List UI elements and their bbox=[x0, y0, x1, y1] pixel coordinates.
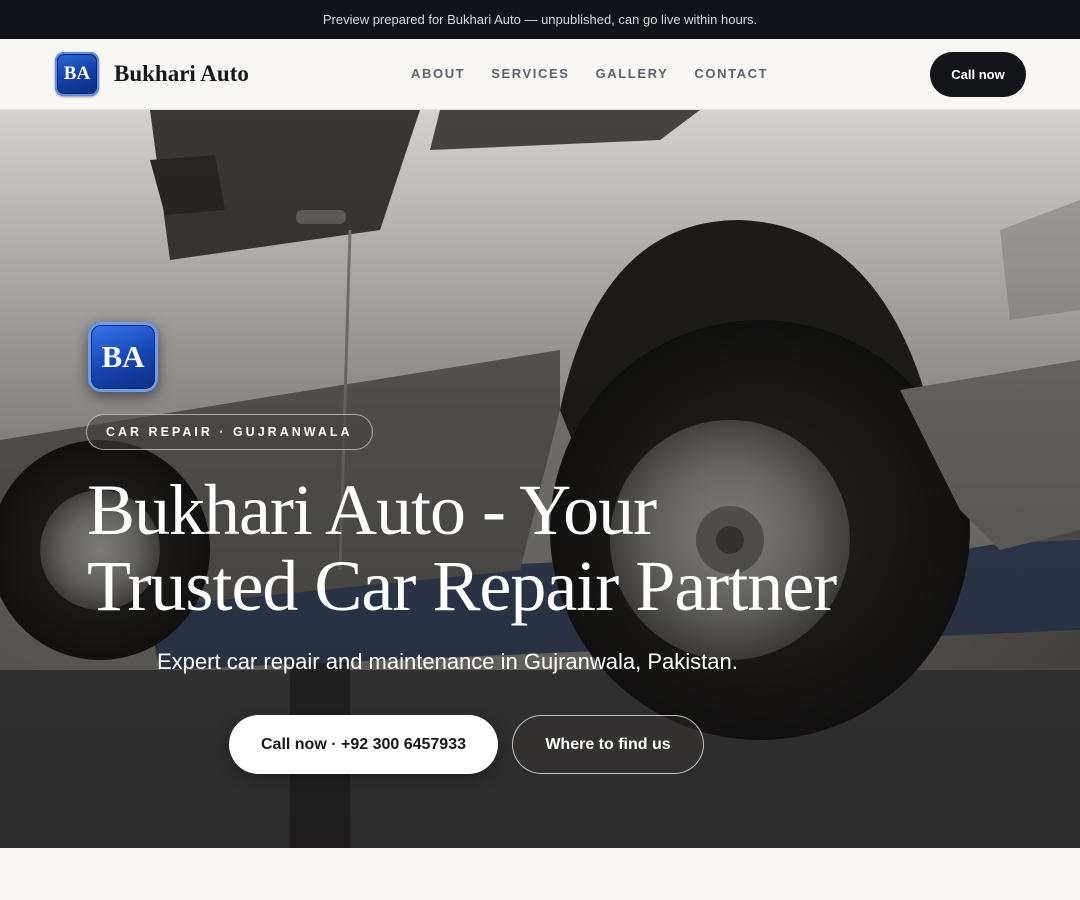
hero-call-button[interactable]: Call now · +92 300 6457933 bbox=[229, 715, 498, 774]
hero-logo-initials: BA bbox=[101, 339, 145, 374]
brand-name[interactable]: Bukhari Auto bbox=[114, 61, 249, 87]
nav-link-gallery[interactable]: GALLERY bbox=[596, 66, 669, 81]
preview-banner-text: Preview prepared for Bukhari Auto — unpu… bbox=[322, 12, 758, 27]
brand-logo[interactable]: BA bbox=[55, 52, 99, 96]
site-header: BA Bukhari Auto ABOUT SERVICES GALLERY C… bbox=[0, 39, 1080, 110]
brand-logo-initials: BA bbox=[63, 63, 91, 84]
main-nav: ABOUT SERVICES GALLERY CONTACT bbox=[411, 66, 768, 81]
header-call-button[interactable]: Call now bbox=[930, 52, 1026, 97]
hero-location-button[interactable]: Where to find us bbox=[512, 715, 704, 774]
hero-logo: BA bbox=[88, 322, 158, 392]
hero-title-line2: Trusted Car Repair Partner bbox=[87, 546, 837, 626]
preview-banner: Preview prepared for Bukhari Auto — unpu… bbox=[0, 0, 1080, 39]
hero-section: BA CAR REPAIR · GUJRANWALA Bukhari Auto … bbox=[0, 110, 1080, 848]
hero-title: Bukhari Auto - Your Trusted Car Repair P… bbox=[87, 472, 887, 624]
hero-title-line1: Bukhari Auto - Your bbox=[87, 470, 657, 550]
nav-link-contact[interactable]: CONTACT bbox=[694, 66, 768, 81]
hero-tagline: CAR REPAIR · GUJRANWALA bbox=[86, 414, 373, 450]
nav-link-services[interactable]: SERVICES bbox=[491, 66, 569, 81]
hero-subtitle: Expert car repair and maintenance in Guj… bbox=[157, 649, 738, 674]
nav-link-about[interactable]: ABOUT bbox=[411, 66, 465, 81]
